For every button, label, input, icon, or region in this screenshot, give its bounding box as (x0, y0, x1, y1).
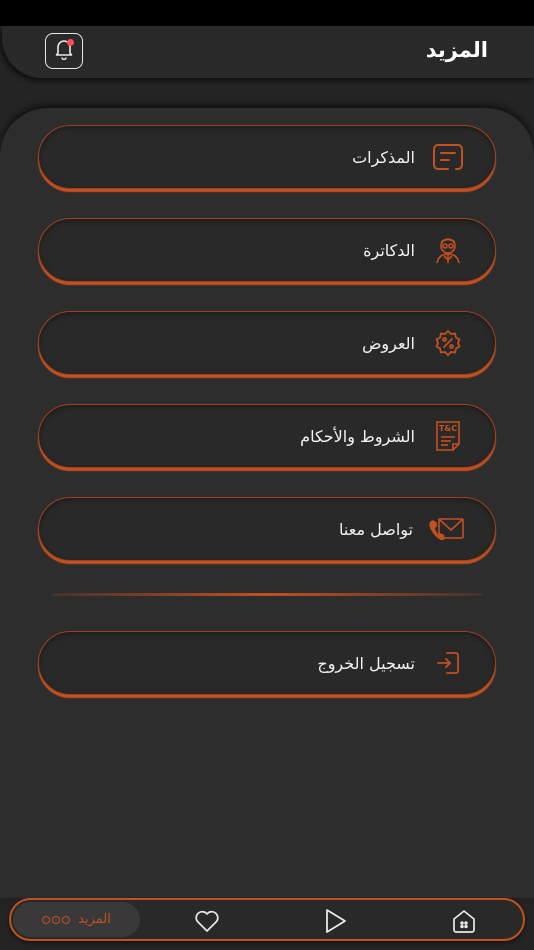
logout-label: تسجيل الخروج (317, 653, 415, 673)
menu-item-label: الدكاترة (363, 240, 415, 260)
contact-mail-phone-icon (429, 512, 465, 546)
svg-text:T&C: T&C (439, 424, 457, 433)
heart-icon[interactable] (193, 907, 221, 935)
menu-item-offers[interactable]: العروض (38, 311, 496, 375)
page-title: المزيد (425, 38, 488, 62)
more-dots-icon (42, 915, 71, 924)
menu-item-terms[interactable]: الشروط والأحكام T&C (38, 404, 496, 468)
logout-icon (431, 646, 465, 680)
bottom-navigation: المزيد (9, 898, 525, 941)
notifications-button[interactable] (45, 33, 83, 69)
menu-item-label: تواصل معنا (339, 519, 413, 539)
menu-item-label: المذكرات (352, 147, 415, 167)
nav-tab-more[interactable]: المزيد (13, 902, 140, 937)
menu-item-label: العروض (362, 333, 415, 353)
notification-badge (67, 39, 74, 46)
play-icon[interactable] (321, 907, 349, 935)
menu-item-notes[interactable]: المذكرات (38, 125, 496, 189)
home-icon[interactable] (450, 907, 478, 935)
menu-item-doctors[interactable]: الدكاترة (38, 218, 496, 282)
logout-button[interactable]: تسجيل الخروج (38, 631, 496, 695)
menu-divider (52, 593, 482, 596)
terms-conditions-icon: T&C (431, 419, 465, 453)
nav-tab-more-label: المزيد (78, 912, 111, 927)
doctor-icon (431, 233, 465, 267)
discount-badge-icon (431, 326, 465, 360)
menu-item-label: الشروط والأحكام (300, 426, 415, 446)
menu-item-contact[interactable]: تواصل معنا (38, 497, 496, 561)
notes-icon (431, 140, 465, 174)
status-bar (0, 0, 534, 26)
